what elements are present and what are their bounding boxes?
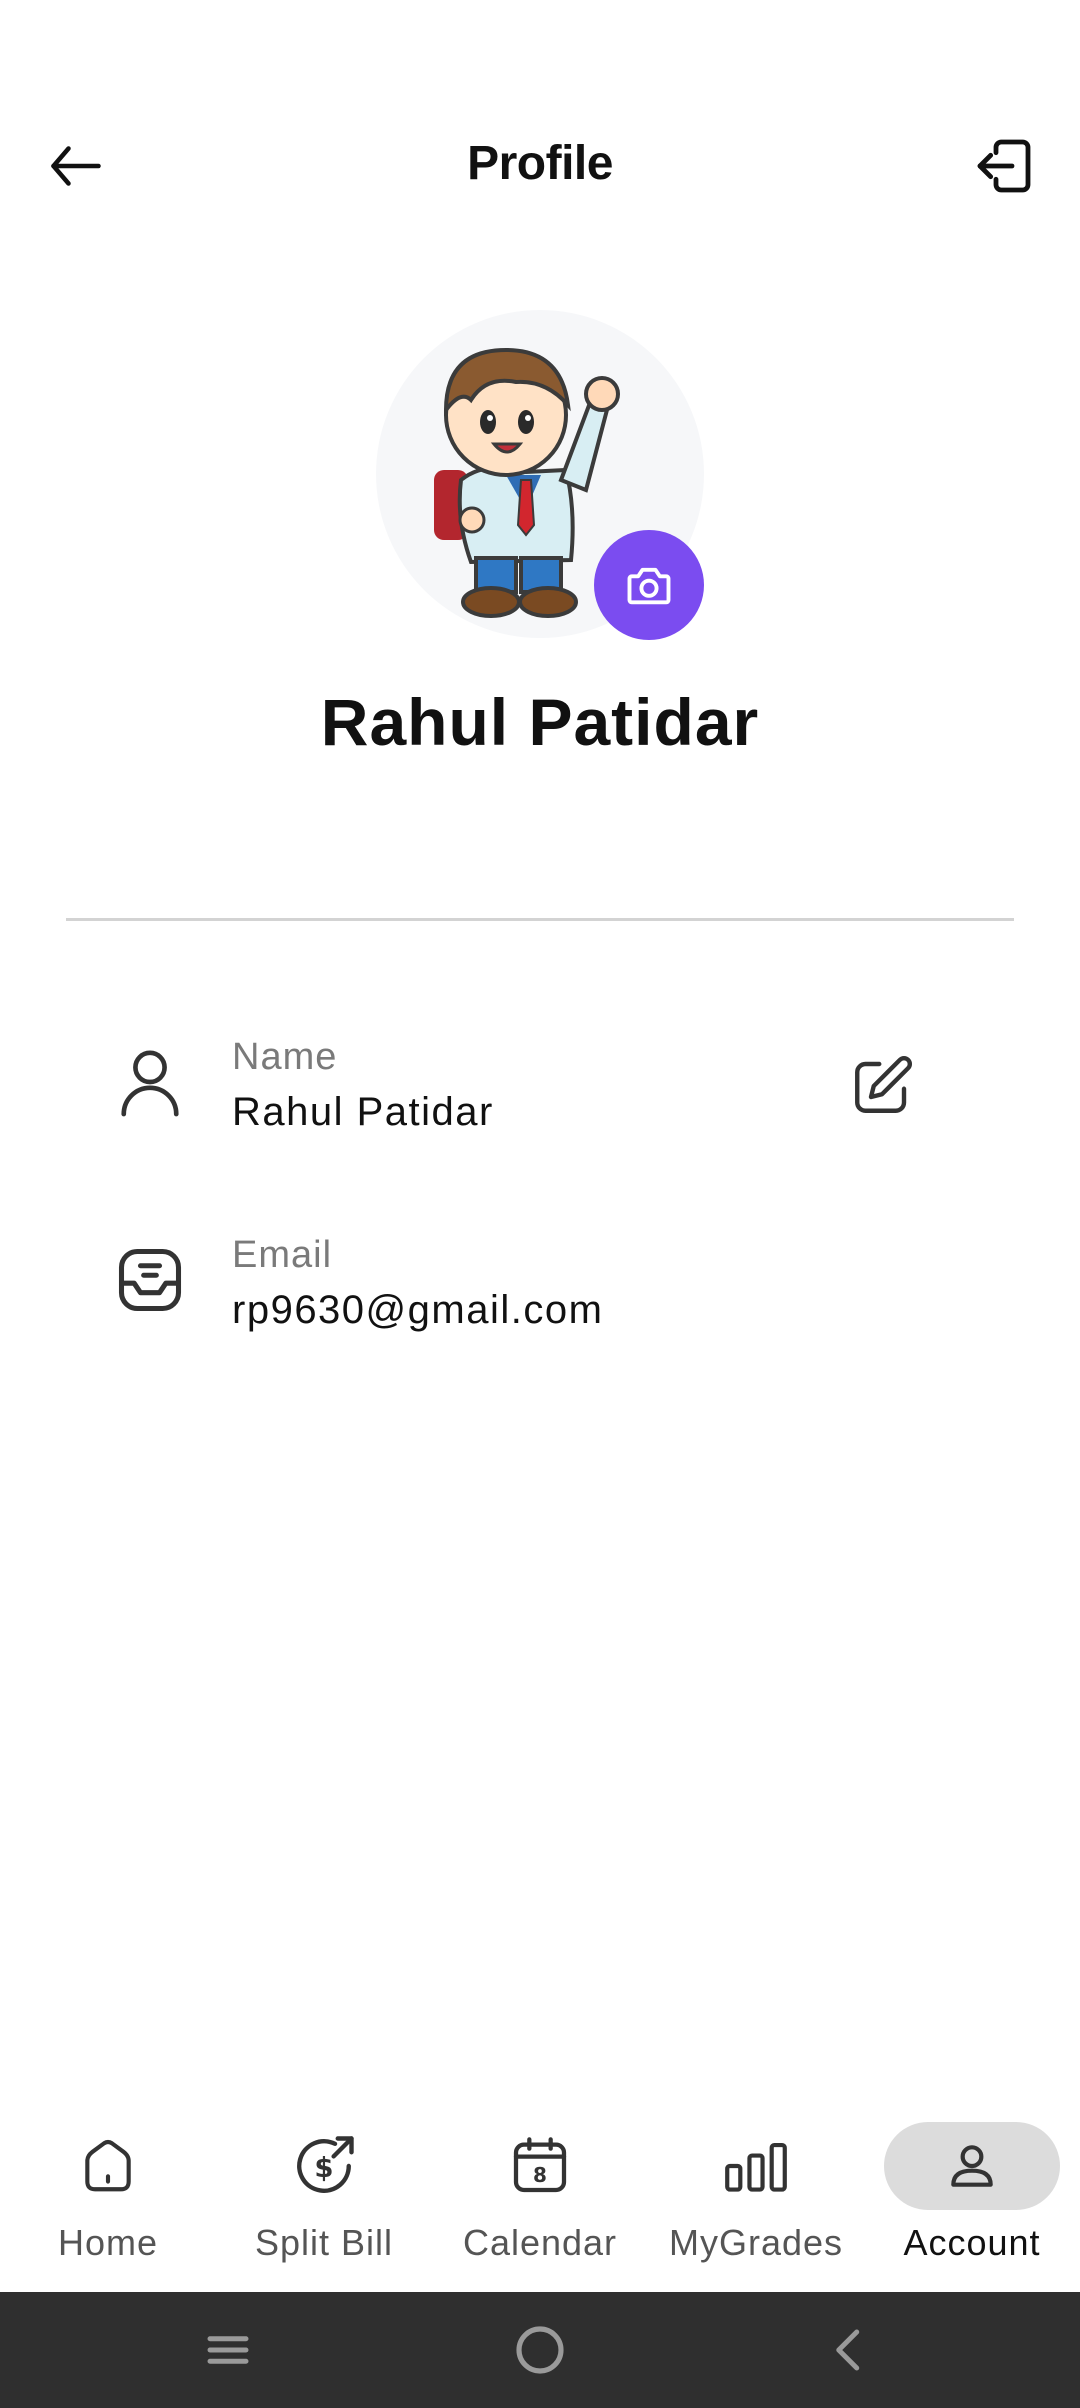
logout-button[interactable]	[968, 130, 1040, 202]
inbox-icon	[110, 1240, 190, 1320]
page-title: Profile	[467, 137, 613, 190]
nav-account[interactable]: Account	[864, 2110, 1080, 2280]
nav-split-bill-label: Split Bill	[254, 2222, 394, 2263]
back-system-button[interactable]	[820, 2320, 880, 2380]
email-label: Email	[232, 1234, 333, 1276]
nav-home-label: Home	[57, 2222, 159, 2263]
bar-chart-icon	[725, 2142, 787, 2192]
nav-home[interactable]: Home	[0, 2110, 216, 2280]
change-photo-button[interactable]	[594, 530, 704, 640]
account-icon	[951, 2145, 993, 2187]
profile-display-name: Rahul Patidar	[320, 685, 760, 759]
name-value: Rahul Patidar	[232, 1090, 494, 1134]
edit-name-button[interactable]	[846, 1050, 918, 1122]
bottom-navigation: Home $ Split Bill 8 Calendar MyGrades Ac…	[0, 2100, 1080, 2290]
calendar-day-badge: 8	[533, 2163, 547, 2187]
name-row: Name Rahul Patidar	[0, 1028, 1080, 1148]
recent-apps-button[interactable]	[198, 2320, 258, 2380]
email-row: Email rp9630@gmail.com	[0, 1226, 1080, 1346]
home-icon	[85, 2139, 131, 2192]
svg-text:$: $	[314, 2152, 333, 2184]
email-value: rp9630@gmail.com	[232, 1288, 604, 1332]
nav-account-label: Account	[903, 2222, 1041, 2263]
edit-icon	[855, 1056, 912, 1113]
nav-calendar-label: Calendar	[462, 2222, 618, 2263]
nav-mygrades[interactable]: MyGrades	[648, 2110, 864, 2280]
circle-home-icon	[516, 2326, 564, 2374]
calendar-icon: 8	[513, 2137, 567, 2193]
home-system-button[interactable]	[510, 2320, 570, 2380]
menu-icon	[207, 2336, 249, 2364]
name-label: Name	[232, 1036, 338, 1078]
profile-screen: Profile Rahul Patidar Name Rahul Patidar…	[0, 0, 1080, 2408]
nav-split-bill[interactable]: $ Split Bill	[216, 2110, 432, 2280]
app-header: Profile	[0, 120, 1080, 210]
section-divider	[66, 918, 1014, 921]
logout-icon	[977, 139, 1031, 193]
camera-icon	[627, 567, 671, 605]
split-bill-icon: $	[297, 2136, 354, 2193]
nav-mygrades-label: MyGrades	[668, 2222, 844, 2263]
nav-calendar[interactable]: 8 Calendar	[432, 2110, 648, 2280]
system-navigation-bar	[0, 2292, 1080, 2408]
user-icon	[110, 1042, 190, 1122]
avatar-container	[376, 310, 704, 640]
chevron-left-icon	[836, 2329, 860, 2371]
